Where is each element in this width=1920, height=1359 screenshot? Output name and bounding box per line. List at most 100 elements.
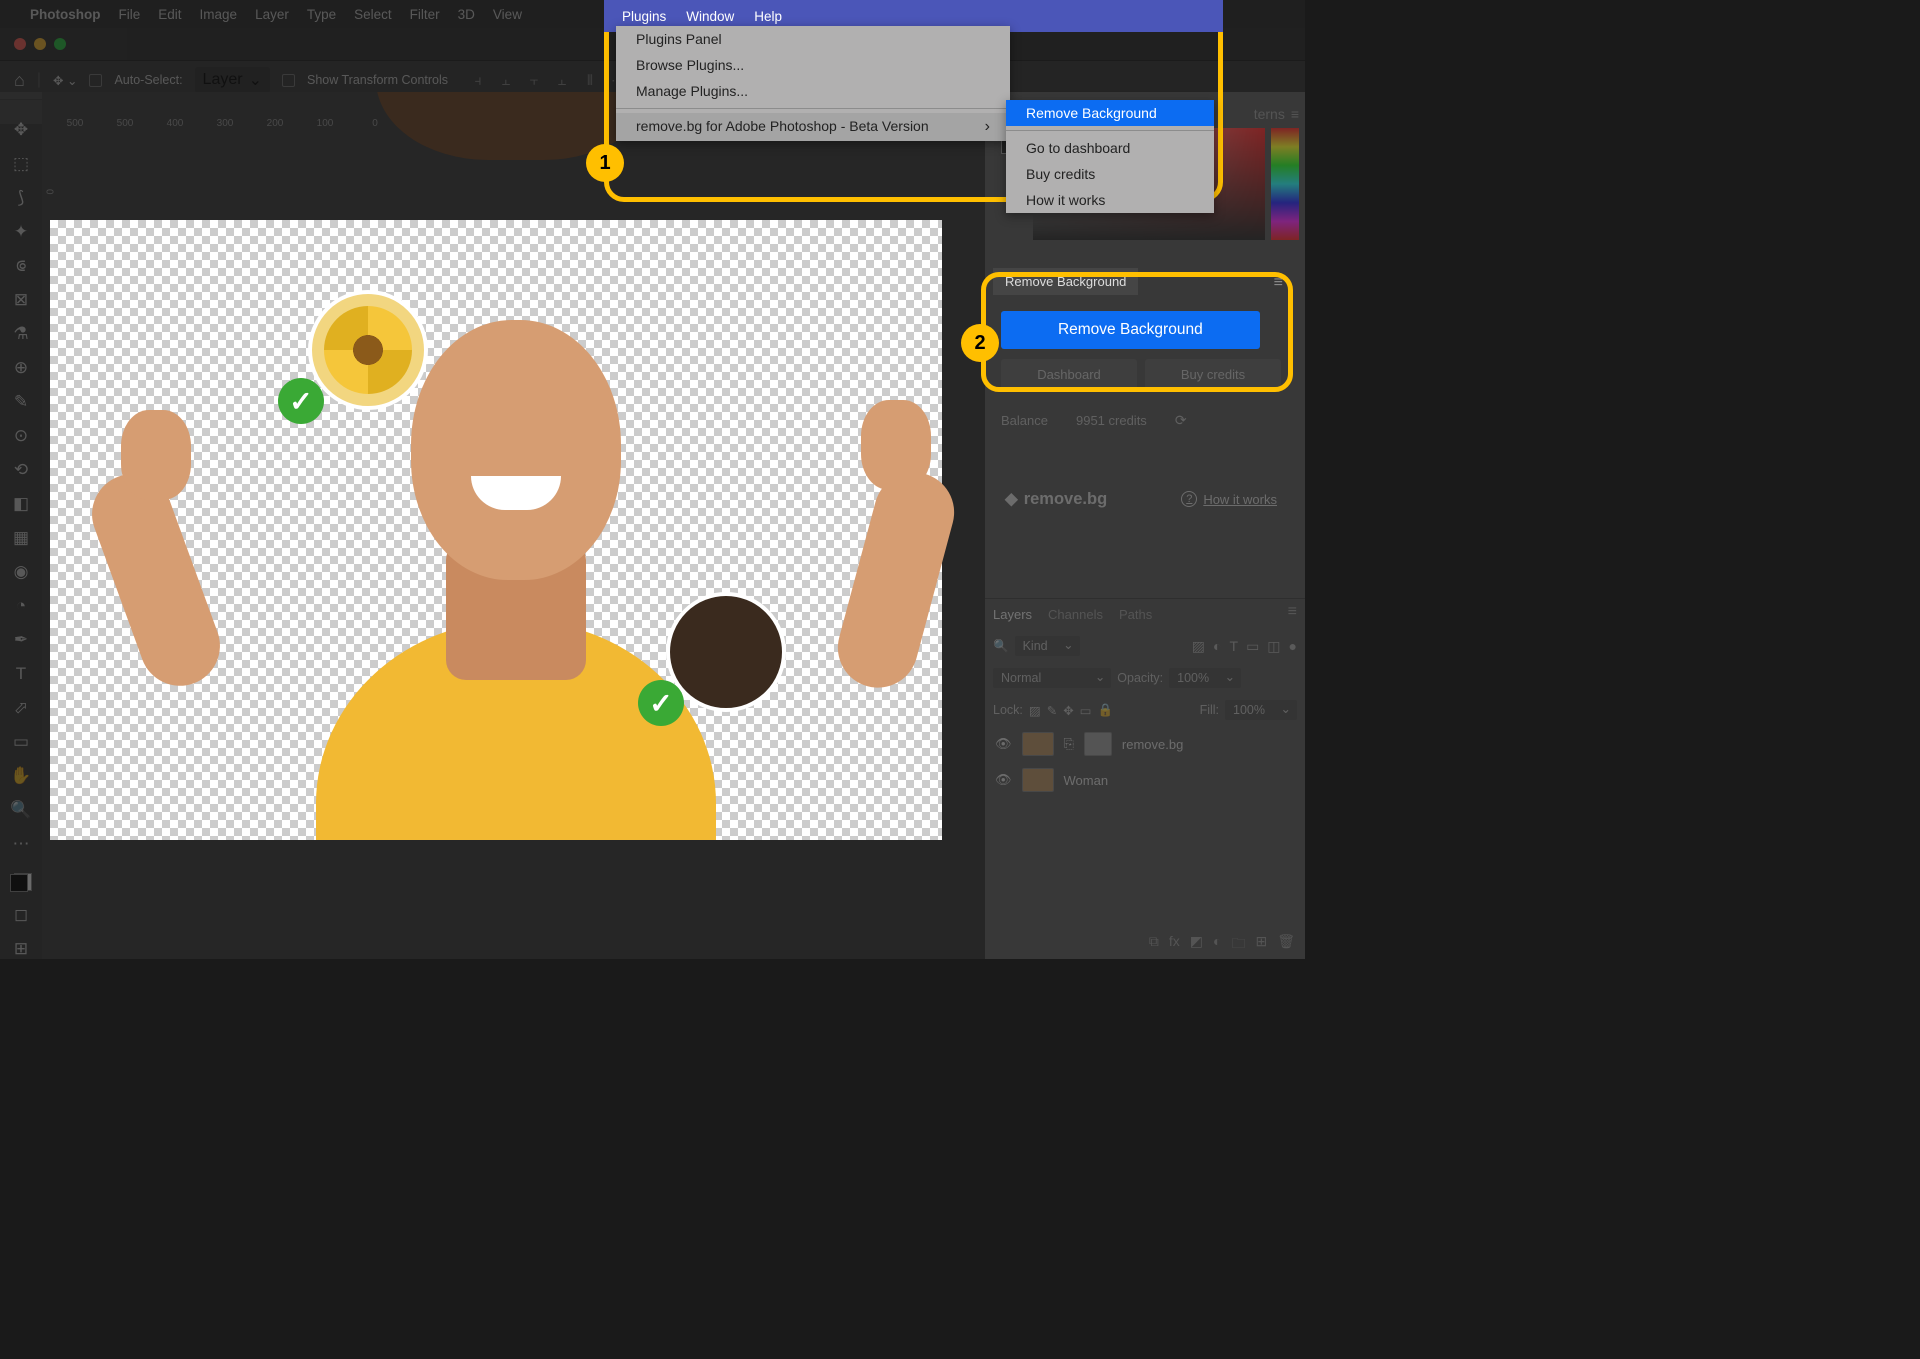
menubar-app[interactable]: Photoshop bbox=[30, 7, 101, 22]
maximize-window-icon[interactable] bbox=[54, 38, 66, 50]
layer-filter-kind[interactable]: Kind bbox=[1015, 636, 1080, 656]
opacity-value[interactable]: 100% bbox=[1169, 668, 1241, 688]
type-tool-icon[interactable]: T bbox=[11, 664, 31, 684]
visibility-icon[interactable]: 👁 bbox=[995, 772, 1012, 788]
dd-plugins-panel[interactable]: Plugins Panel bbox=[616, 26, 1010, 52]
lasso-tool-icon[interactable]: ⟆ bbox=[11, 188, 31, 208]
menu-edit[interactable]: Edit bbox=[158, 7, 181, 22]
zoom-tool-icon[interactable]: 🔍 bbox=[11, 800, 31, 820]
distribute-icon[interactable]: ⦀ bbox=[580, 72, 600, 88]
menu-image[interactable]: Image bbox=[200, 7, 238, 22]
marquee-tool-icon[interactable]: ⬚ bbox=[11, 154, 31, 174]
mask-icon[interactable]: ◩ bbox=[1190, 933, 1203, 957]
canvas[interactable]: ✓ ✓ bbox=[50, 220, 942, 840]
tab-paths[interactable]: Paths bbox=[1119, 603, 1152, 626]
filter-pixel-icon[interactable]: ▨ bbox=[1192, 638, 1205, 655]
lock-transparency-icon[interactable]: ▨ bbox=[1029, 703, 1041, 718]
dashboard-button[interactable]: Dashboard bbox=[1001, 359, 1137, 390]
dd-manage-plugins[interactable]: Manage Plugins... bbox=[616, 78, 1010, 104]
blur-tool-icon[interactable]: ◉ bbox=[11, 562, 31, 582]
menu-3d[interactable]: 3D bbox=[458, 7, 475, 22]
move-tool-icon[interactable]: ✥ bbox=[11, 120, 31, 140]
align-center-h-icon[interactable]: ⫠ bbox=[496, 72, 516, 88]
panel-menu-icon[interactable]: ≡ bbox=[1291, 106, 1299, 122]
layer-row[interactable]: 👁 ⎘ remove.bg bbox=[985, 726, 1305, 762]
menu-view[interactable]: View bbox=[493, 7, 522, 22]
lock-all-icon[interactable]: 🔒 bbox=[1097, 703, 1113, 718]
eraser-tool-icon[interactable]: ◧ bbox=[11, 494, 31, 514]
fill-value[interactable]: 100% bbox=[1225, 700, 1297, 720]
submenu-how-it-works[interactable]: How it works bbox=[1006, 187, 1214, 213]
brush-tool-icon[interactable]: ✎ bbox=[11, 392, 31, 412]
menu-select[interactable]: Select bbox=[354, 7, 392, 22]
home-icon[interactable]: ⌂ bbox=[14, 70, 25, 91]
menu-window[interactable]: Window bbox=[686, 9, 734, 24]
auto-select-checkbox[interactable] bbox=[89, 74, 102, 87]
blend-mode-select[interactable]: Normal bbox=[993, 668, 1111, 688]
menu-layer[interactable]: Layer bbox=[255, 7, 289, 22]
lock-artboard-icon[interactable]: ▭ bbox=[1080, 703, 1092, 718]
link-layers-icon[interactable]: ⧉ bbox=[1149, 933, 1159, 957]
delete-icon[interactable]: 🗑 bbox=[1277, 933, 1295, 957]
filter-smart-icon[interactable]: ◫ bbox=[1267, 638, 1280, 655]
filter-shape-icon[interactable]: ▭ bbox=[1246, 638, 1259, 655]
menu-plugins[interactable]: Plugins bbox=[622, 9, 666, 24]
submenu-buy-credits[interactable]: Buy credits bbox=[1006, 161, 1214, 187]
submenu-remove-background[interactable]: Remove Background bbox=[1006, 100, 1214, 126]
fx-icon[interactable]: fx bbox=[1169, 933, 1180, 957]
align-left-icon[interactable]: ⫞ bbox=[468, 72, 488, 88]
wand-tool-icon[interactable]: ✦ bbox=[11, 222, 31, 242]
tab-layers[interactable]: Layers bbox=[993, 603, 1032, 626]
healing-tool-icon[interactable]: ⊕ bbox=[11, 358, 31, 378]
panel-tab-removebg[interactable]: Remove Background bbox=[993, 268, 1138, 295]
refresh-icon[interactable]: ⟳ bbox=[1175, 412, 1187, 429]
dd-browse-plugins[interactable]: Browse Plugins... bbox=[616, 52, 1010, 78]
how-it-works-link[interactable]: ?How it works bbox=[1181, 491, 1277, 507]
shape-tool-icon[interactable]: ▭ bbox=[11, 732, 31, 752]
align-top-icon[interactable]: ⫠ bbox=[552, 72, 572, 88]
filter-adjust-icon[interactable]: ◐ bbox=[1213, 638, 1221, 655]
right-tab-partial[interactable]: terns≡ bbox=[1250, 102, 1303, 126]
stamp-tool-icon[interactable]: ⊙ bbox=[11, 426, 31, 446]
layer-row[interactable]: 👁 Woman bbox=[985, 762, 1305, 798]
align-right-icon[interactable]: ⫟ bbox=[524, 72, 544, 88]
extra-tool-icon[interactable]: ⋯ bbox=[11, 834, 31, 854]
foreground-background-swatch[interactable] bbox=[10, 874, 32, 891]
auto-select-target[interactable]: Layer⌄ bbox=[195, 67, 270, 93]
frame-tool-icon[interactable]: ⊠ bbox=[11, 290, 31, 310]
history-brush-icon[interactable]: ⟲ bbox=[11, 460, 31, 480]
show-transform-checkbox[interactable] bbox=[282, 74, 295, 87]
gradient-tool-icon[interactable]: ▦ bbox=[11, 528, 31, 548]
hand-tool-icon[interactable]: ✋ bbox=[11, 766, 31, 786]
screenmode-icon[interactable]: ⊞ bbox=[11, 939, 31, 959]
adjustment-icon[interactable]: ◐ bbox=[1213, 933, 1221, 957]
group-icon[interactable]: 🗀 bbox=[1231, 933, 1245, 957]
move-tool-indicator[interactable]: ✥ ⌄ bbox=[53, 73, 77, 88]
close-window-icon[interactable] bbox=[14, 38, 26, 50]
hue-strip[interactable] bbox=[1271, 128, 1299, 240]
quickmask-icon[interactable]: ◻ bbox=[11, 905, 31, 925]
pen-tool-icon[interactable]: ✒ bbox=[11, 630, 31, 650]
visibility-icon[interactable]: 👁 bbox=[995, 736, 1012, 752]
lock-position-icon[interactable]: ✥ bbox=[1063, 703, 1073, 718]
dd-removebg-submenu[interactable]: remove.bg for Adobe Photoshop - Beta Ver… bbox=[616, 113, 1010, 141]
minimize-window-icon[interactable] bbox=[34, 38, 46, 50]
dodge-tool-icon[interactable]: ◔ bbox=[11, 596, 31, 616]
buy-credits-button[interactable]: Buy credits bbox=[1145, 359, 1281, 390]
submenu-go-dashboard[interactable]: Go to dashboard bbox=[1006, 135, 1214, 161]
tab-channels[interactable]: Channels bbox=[1048, 603, 1103, 626]
menu-type[interactable]: Type bbox=[307, 7, 336, 22]
menu-file[interactable]: File bbox=[119, 7, 141, 22]
eyedropper-tool-icon[interactable]: ⚗ bbox=[11, 324, 31, 344]
menu-help[interactable]: Help bbox=[754, 9, 782, 24]
menu-filter[interactable]: Filter bbox=[410, 7, 440, 22]
remove-background-button[interactable]: Remove Background bbox=[1001, 311, 1260, 349]
panel-menu-icon[interactable]: ≡ bbox=[1288, 603, 1297, 626]
lock-pixels-icon[interactable]: ✎ bbox=[1047, 703, 1057, 718]
filter-toggle-icon[interactable]: ● bbox=[1289, 638, 1297, 655]
path-tool-icon[interactable]: ⬀ bbox=[11, 698, 31, 718]
filter-type-icon[interactable]: T bbox=[1230, 638, 1239, 655]
crop-tool-icon[interactable]: ⟃ bbox=[11, 256, 31, 276]
panel-menu-icon[interactable]: ≡ bbox=[1268, 268, 1289, 298]
new-layer-icon[interactable]: ⊞ bbox=[1255, 933, 1267, 957]
